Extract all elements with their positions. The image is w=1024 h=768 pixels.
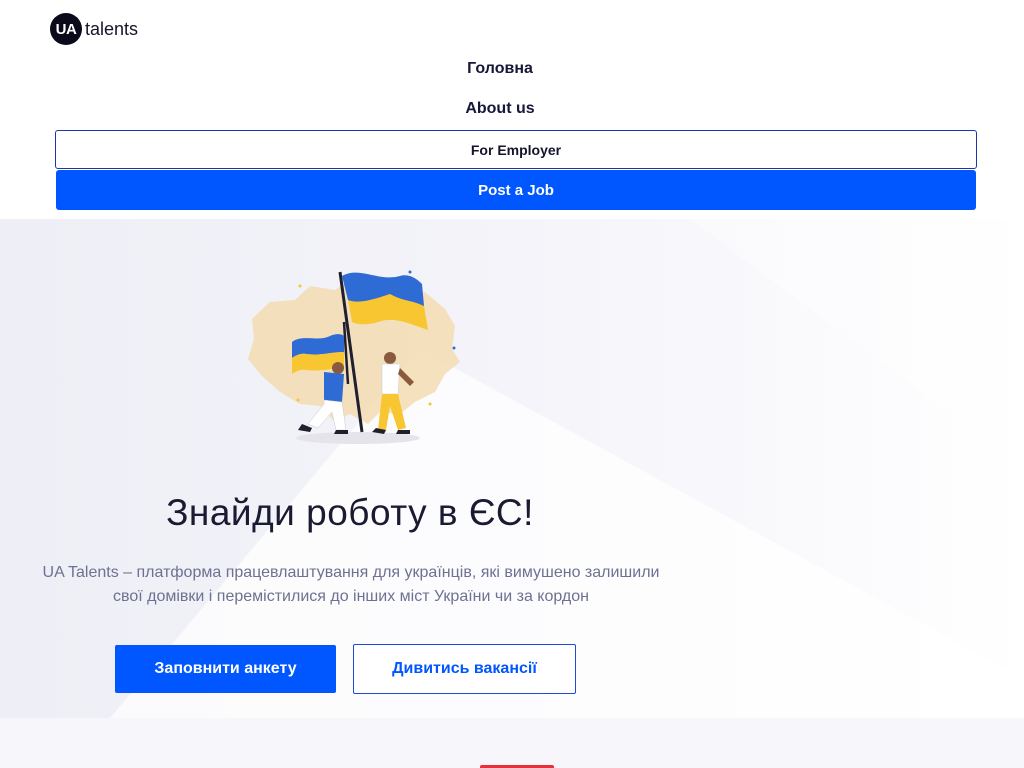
post-job-button[interactable]: Post a Job bbox=[56, 170, 976, 210]
next-section bbox=[0, 718, 1024, 768]
fill-form-button[interactable]: Заповнити анкету bbox=[115, 645, 336, 693]
logo-badge: UA bbox=[50, 13, 82, 45]
nav-home-link[interactable]: Головна bbox=[0, 60, 1000, 78]
view-vacancies-button[interactable]: Дивитись вакансії bbox=[353, 644, 576, 694]
people-with-flags-illustration bbox=[248, 270, 460, 444]
hero-subtitle: UA Talents – платформа працевлаштування … bbox=[42, 564, 660, 605]
nav-about-link[interactable]: About us bbox=[0, 100, 1000, 118]
site-header: UA talents Головна About us For Employer… bbox=[0, 0, 1024, 219]
for-employer-button[interactable]: For Employer bbox=[55, 130, 977, 169]
hero-section: Знайди роботу в ЄС! UA Talents – платфор… bbox=[0, 219, 1024, 718]
brand-logo[interactable]: UA talents bbox=[50, 13, 138, 45]
logo-text: talents bbox=[85, 18, 139, 39]
hero-title: Знайди роботу в ЄС! bbox=[166, 492, 534, 533]
